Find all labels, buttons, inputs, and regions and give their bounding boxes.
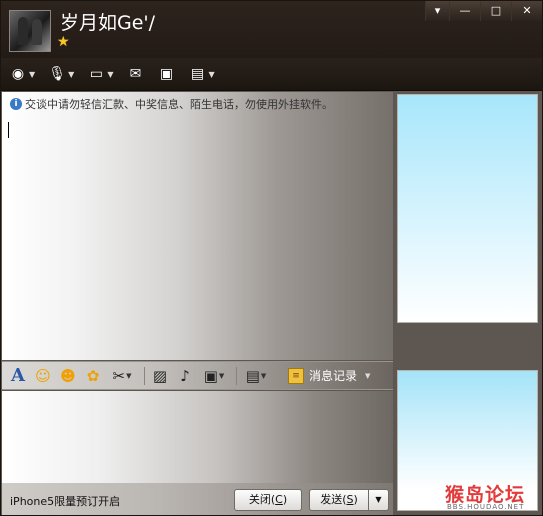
divider (144, 366, 145, 385)
message-input[interactable] (2, 391, 393, 483)
promo-link[interactable]: iPhone5限量预订开启 (10, 493, 120, 509)
message-history-button[interactable]: ≡ 消息记录 ▼ (288, 367, 370, 384)
chevron-down-icon[interactable]: ▼ (68, 70, 74, 79)
folder-icon: ▭ (89, 66, 103, 82)
divider (236, 366, 237, 385)
security-notice: i 交谈中请勿轻信汇款、中奖信息、陌生电话，勿使用外挂软件。 (10, 96, 333, 112)
microphone-icon: 🎙 (48, 66, 67, 82)
screen-icon: ▣ (159, 66, 174, 82)
toolbox-button[interactable]: ▤ ▼ (241, 365, 271, 387)
image-icon[interactable]: ▨ (149, 365, 171, 387)
chevron-down-icon[interactable]: ▼ (219, 372, 224, 380)
voice-call-button[interactable]: 🎙 ▼ (48, 65, 74, 83)
close-window-button[interactable]: ✕ (511, 1, 542, 21)
format-toolbar: A ☺ ☻ ✿ ✂ ▼ ▨ ♪ ▣ ▼ ▤ ▼ ≡ 消息记录 ▼ (2, 361, 393, 390)
title-bar[interactable]: 岁月如Ge'/ ★ ▾ — □ ✕ (1, 1, 542, 58)
chevron-down-icon[interactable]: ▼ (261, 372, 266, 380)
minimize-button[interactable]: — (449, 1, 480, 21)
window-controls: ▾ — □ ✕ (425, 1, 542, 21)
video-call-button[interactable]: ◉ ▼ (9, 65, 35, 83)
history-label: 消息记录 (309, 369, 358, 383)
remote-desktop-button[interactable]: ▣ (157, 65, 175, 83)
chevron-down-icon[interactable]: ▼ (126, 372, 131, 380)
monitor-icon: ▣ (203, 366, 218, 385)
avatar[interactable] (9, 10, 51, 52)
sms-button[interactable]: ✉ (126, 65, 144, 83)
animated-emoji-icon[interactable]: ☻ (57, 365, 79, 387)
watermark-url: BBS.HOUDAO.NET (447, 503, 525, 511)
document-icon: ▤ (190, 66, 205, 82)
security-notice-text: 交谈中请勿轻信汇款、中奖信息、陌生电话，勿使用外挂软件。 (25, 98, 333, 111)
toolbox-icon: ▤ (245, 366, 260, 385)
chevron-down-icon[interactable]: ▼ (208, 70, 214, 79)
text-caret (8, 122, 9, 138)
bottom-bar: iPhone5限量预订开启 关闭(C) 发送(S) ▼ (2, 483, 393, 515)
message-icon: ✉ (129, 66, 142, 82)
window-menu-button[interactable]: ▾ (425, 1, 449, 21)
close-button[interactable]: 关闭(C) (234, 489, 302, 511)
webcam-icon: ◉ (11, 66, 25, 82)
transfer-file-button[interactable]: ▭ ▼ (87, 65, 114, 83)
send-button[interactable]: 发送(S) (309, 489, 369, 511)
contact-nickname: 岁月如Ge'/ (60, 12, 156, 34)
chat-window: 岁月如Ge'/ ★ ▾ — □ ✕ ◉ ▼ 🎙 ▼ ▭ ▼ ✉ ▣ ▤ ▼ i … (0, 0, 543, 516)
magic-emoji-icon[interactable]: ✿ (82, 365, 104, 387)
maximize-button[interactable]: □ (480, 1, 511, 21)
close-hotkey: C (275, 493, 283, 506)
send-hotkey: S (346, 493, 354, 506)
action-toolbar: ◉ ▼ 🎙 ▼ ▭ ▼ ✉ ▣ ▤ ▼ (1, 58, 542, 91)
emoji-icon[interactable]: ☺ (32, 365, 54, 387)
font-button[interactable]: A (7, 365, 29, 387)
star-icon: ★ (57, 34, 70, 50)
info-icon: i (10, 98, 22, 110)
screen-share-button[interactable]: ▣ ▼ (199, 365, 229, 387)
contact-show-panel (397, 94, 538, 323)
scissors-icon: ✂ (112, 366, 126, 385)
apps-button[interactable]: ▤ ▼ (188, 65, 215, 83)
screenshot-button[interactable]: ✂ ▼ (107, 365, 137, 387)
history-icon: ≡ (288, 367, 304, 384)
message-history-area[interactable]: i 交谈中请勿轻信汇款、中奖信息、陌生电话，勿使用外挂软件。 (2, 92, 393, 360)
chevron-down-icon[interactable]: ▼ (107, 70, 113, 79)
close-label: 关闭( (248, 493, 276, 506)
send-label: 发送( (320, 493, 347, 506)
send-options-button[interactable]: ▼ (368, 489, 389, 511)
chevron-down-icon[interactable]: ▼ (29, 70, 35, 79)
music-icon[interactable]: ♪ (174, 365, 196, 387)
chevron-down-icon[interactable]: ▼ (365, 372, 370, 380)
